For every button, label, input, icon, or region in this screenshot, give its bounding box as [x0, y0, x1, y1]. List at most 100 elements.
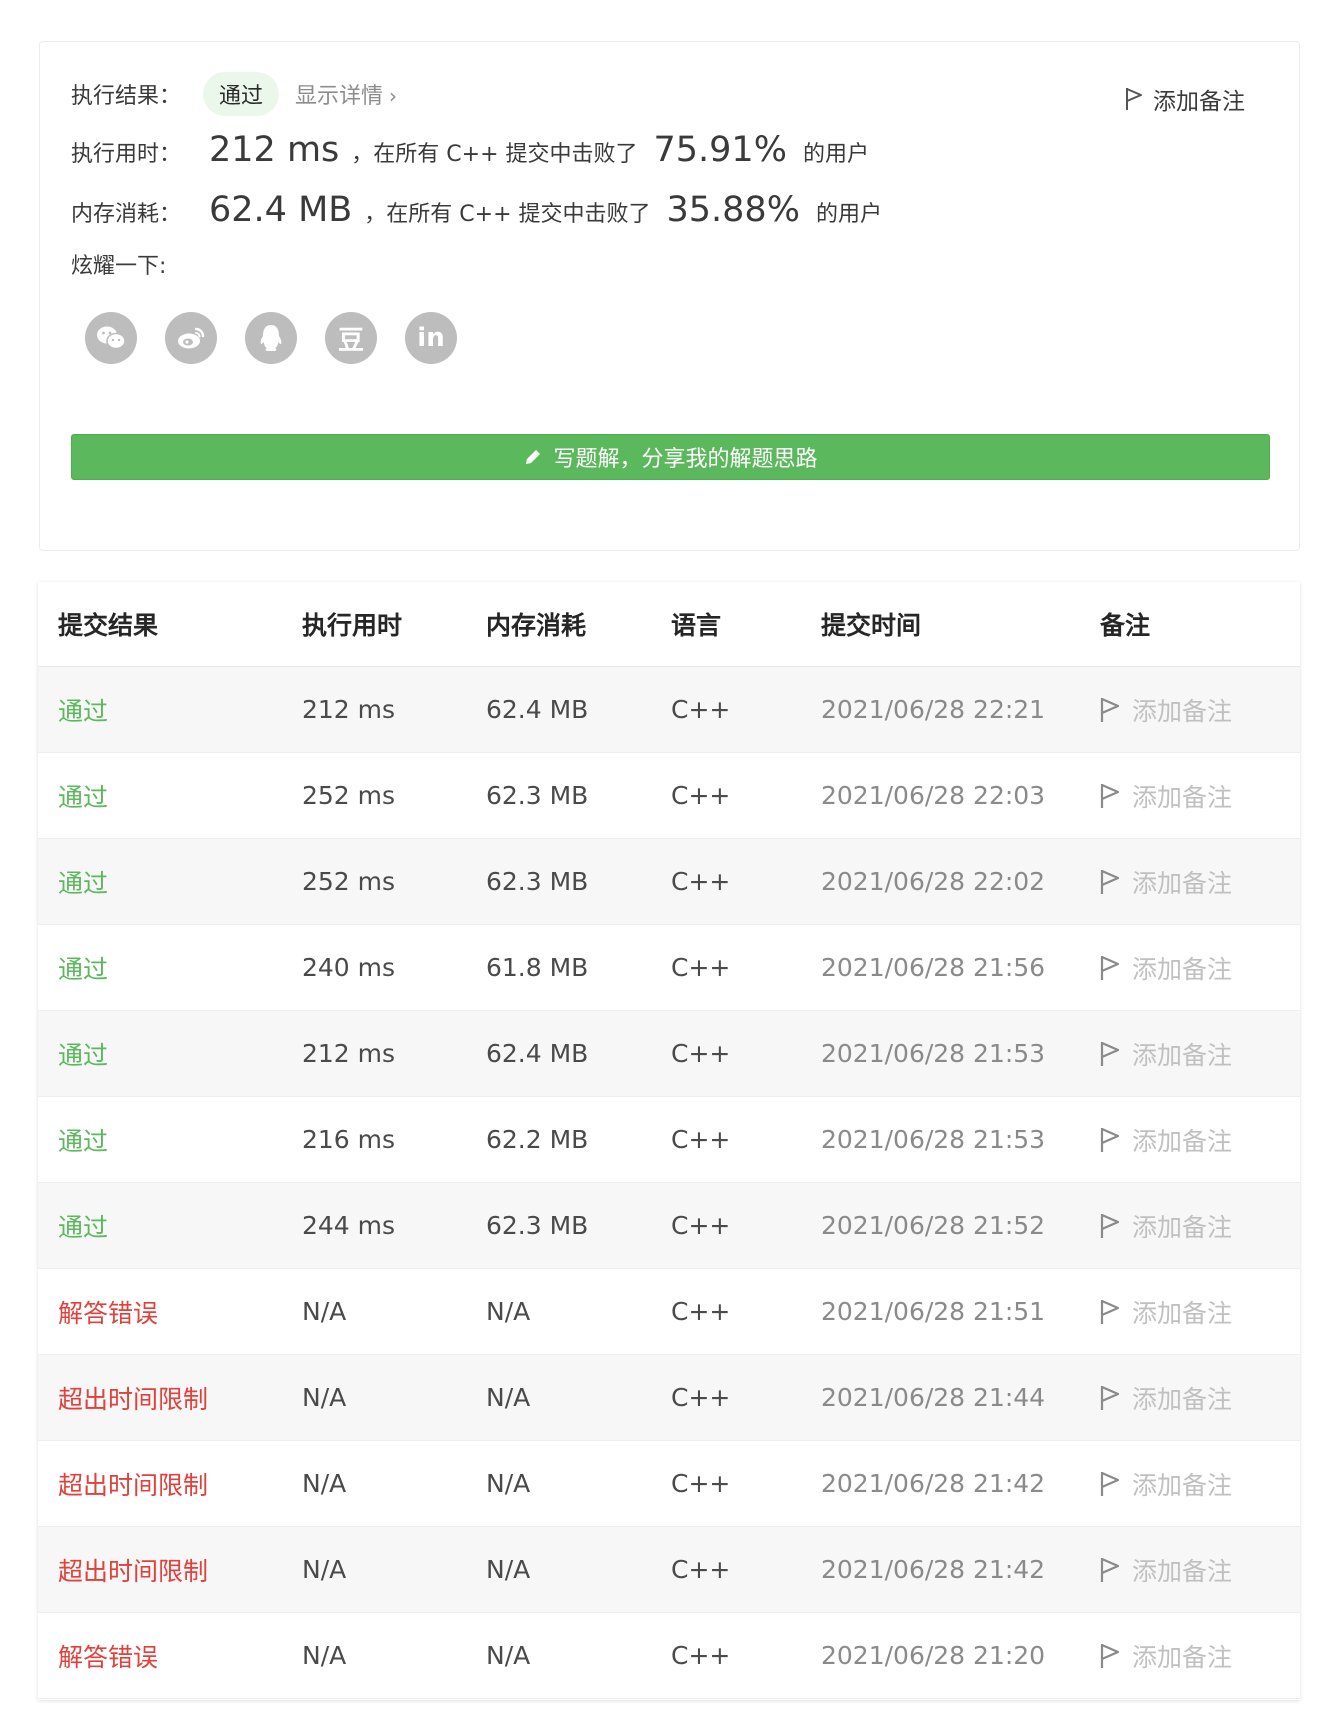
chevron-right-icon: ›: [389, 84, 398, 108]
submit-time-cell: 2021/06/28 21:53: [821, 1125, 1046, 1154]
submit-time-cell: 2021/06/28 21:42: [821, 1469, 1046, 1498]
result-card: 执行结果： 通过 显示详情 › 添加备注 执行用时： 212 ms ，在所有 C+…: [39, 41, 1300, 551]
show-details-link[interactable]: 显示详情 ›: [295, 78, 397, 110]
memory-cell: 62.3 MB: [486, 781, 589, 810]
runtime-value: 212 ms: [209, 130, 340, 170]
submission-status-link[interactable]: 通过: [58, 753, 108, 838]
submission-status-link[interactable]: 通过: [58, 1183, 108, 1268]
add-note-button[interactable]: 添加备注: [1125, 82, 1245, 116]
runtime-row: 执行用时： 212 ms ，在所有 C++ 提交中击败了 75.91% 的用户: [71, 130, 869, 170]
add-note-button[interactable]: 添加备注: [1100, 1441, 1232, 1526]
flag-icon: [1100, 1643, 1120, 1668]
table-row: 超出时间限制 N/A N/A C++ 2021/06/28 21:42 添加备注: [38, 1527, 1300, 1613]
submission-status-link[interactable]: 超出时间限制: [58, 1441, 208, 1526]
share-row: 炫耀一下:: [71, 248, 166, 280]
status-badge: 通过: [203, 72, 280, 116]
language-cell: C++: [671, 781, 731, 810]
add-note-button[interactable]: 添加备注: [1100, 1527, 1232, 1612]
header-runtime: 执行用时: [302, 611, 403, 640]
submission-table: 提交结果 执行用时 内存消耗 语言 提交时间 备注 通过 212 ms 62.4 M…: [38, 582, 1300, 1700]
add-note-label: 添加备注: [1132, 696, 1233, 726]
write-solution-button[interactable]: 写题解，分享我的解题思路: [71, 434, 1270, 480]
submit-time-cell: 2021/06/28 21:51: [821, 1297, 1046, 1326]
flag-icon: [1126, 88, 1142, 110]
add-note-label: 添加备注: [1132, 1470, 1233, 1500]
runtime-cell: N/A: [302, 1383, 347, 1412]
runtime-cell: N/A: [302, 1469, 347, 1498]
submission-status-link[interactable]: 通过: [58, 925, 108, 1010]
runtime-cell: 212 ms: [302, 695, 396, 724]
language-cell: C++: [671, 1211, 731, 1240]
language-cell: C++: [671, 695, 731, 724]
share-label: 炫耀一下:: [71, 254, 167, 279]
add-note-button[interactable]: 添加备注: [1100, 1613, 1232, 1698]
add-note-label: 添加备注: [1132, 1298, 1233, 1328]
memory-cell: 62.3 MB: [486, 867, 589, 896]
add-note-label: 添加备注: [1132, 1556, 1233, 1586]
submission-status-link[interactable]: 解答错误: [58, 1269, 158, 1354]
add-note-button[interactable]: 添加备注: [1100, 753, 1232, 838]
submission-status-link[interactable]: 通过: [58, 1097, 108, 1182]
pencil-icon: [526, 450, 541, 464]
add-note-label: 添加备注: [1132, 1384, 1233, 1414]
submission-status-link[interactable]: 超出时间限制: [58, 1527, 208, 1612]
memory-cell: N/A: [486, 1641, 531, 1670]
language-cell: C++: [671, 1641, 731, 1670]
qq-icon[interactable]: [245, 312, 297, 364]
add-note-button[interactable]: 添加备注: [1100, 925, 1232, 1010]
add-note-label: 添加备注: [1132, 1126, 1233, 1156]
submission-status-link[interactable]: 超出时间限制: [58, 1355, 208, 1440]
header-language: 语言: [671, 611, 722, 640]
memory-value: 62.4 MB: [209, 190, 353, 230]
header-submit-time: 提交时间: [821, 611, 922, 640]
flag-icon: [1100, 1299, 1120, 1324]
submit-time-cell: 2021/06/28 21:52: [821, 1211, 1046, 1240]
add-note-button[interactable]: 添加备注: [1100, 839, 1232, 924]
runtime-cell: N/A: [302, 1297, 347, 1326]
submission-status-link[interactable]: 通过: [58, 1011, 108, 1096]
table-row: 解答错误 N/A N/A C++ 2021/06/28 21:20 添加备注: [38, 1613, 1300, 1699]
douban-icon[interactable]: 豆: [325, 312, 377, 364]
wechat-icon[interactable]: [85, 312, 137, 364]
add-note-button[interactable]: 添加备注: [1100, 1355, 1232, 1440]
flag-icon: [1100, 1041, 1120, 1066]
table-row: 解答错误 N/A N/A C++ 2021/06/28 21:51 添加备注: [38, 1269, 1300, 1355]
add-note-button[interactable]: 添加备注: [1100, 1269, 1232, 1354]
memory-row: 内存消耗： 62.4 MB ，在所有 C++ 提交中击败了 35.88% 的用户: [71, 190, 882, 230]
submission-status-link[interactable]: 解答错误: [58, 1613, 158, 1698]
result-row: 执行结果： 通过 显示详情 ›: [71, 72, 397, 116]
add-note-button[interactable]: 添加备注: [1100, 667, 1232, 752]
memory-label: 内存消耗：: [71, 202, 182, 227]
add-note-label: 添加备注: [1132, 1212, 1233, 1242]
language-cell: C++: [671, 1039, 731, 1068]
submit-time-cell: 2021/06/28 22:21: [821, 695, 1046, 724]
add-note-label: 添加备注: [1153, 89, 1245, 115]
submit-time-cell: 2021/06/28 21:53: [821, 1039, 1046, 1068]
submission-status-link[interactable]: 通过: [58, 667, 108, 752]
table-row: 通过 212 ms 62.4 MB C++ 2021/06/28 22:21 添加备注: [38, 667, 1300, 753]
submission-status-link[interactable]: 通过: [58, 839, 108, 924]
weibo-icon[interactable]: [165, 312, 217, 364]
submit-time-cell: 2021/06/28 22:02: [821, 867, 1046, 896]
linkedin-icon[interactable]: in: [405, 312, 457, 364]
runtime-cell: 252 ms: [302, 781, 396, 810]
runtime-cell: N/A: [302, 1641, 347, 1670]
memory-suffix: 的用户: [815, 202, 882, 227]
memory-cell: N/A: [486, 1555, 531, 1584]
submit-time-cell: 2021/06/28 21:20: [821, 1641, 1046, 1670]
memory-cell: 62.4 MB: [486, 695, 589, 724]
add-note-button[interactable]: 添加备注: [1100, 1097, 1232, 1182]
add-note-button[interactable]: 添加备注: [1100, 1183, 1232, 1268]
table-header: 提交结果 执行用时 内存消耗 语言 提交时间 备注: [38, 582, 1300, 667]
memory-text: ，在所有 C++ 提交中击败了: [364, 202, 651, 227]
table-row: 超出时间限制 N/A N/A C++ 2021/06/28 21:42 添加备注: [38, 1441, 1300, 1527]
flag-icon: [1100, 1471, 1120, 1496]
result-label: 执行结果：: [71, 84, 182, 109]
flag-icon: [1100, 697, 1120, 722]
add-note-button[interactable]: 添加备注: [1100, 1011, 1232, 1096]
submit-time-cell: 2021/06/28 21:42: [821, 1555, 1046, 1584]
language-cell: C++: [671, 1555, 731, 1584]
table-body: 通过 212 ms 62.4 MB C++ 2021/06/28 22:21 添加备注 通过…: [38, 667, 1300, 1699]
runtime-cell: 216 ms: [302, 1125, 396, 1154]
language-cell: C++: [671, 1383, 731, 1412]
